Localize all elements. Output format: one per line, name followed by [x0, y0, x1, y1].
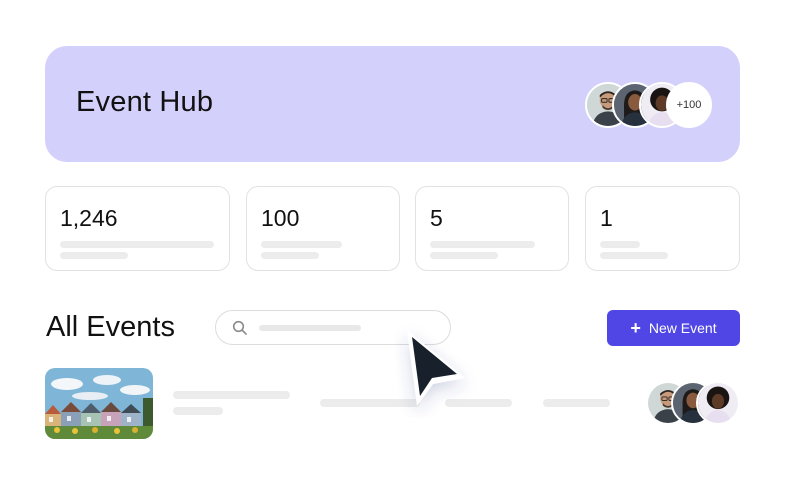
stat-value: 1 — [600, 205, 613, 231]
section-title: All Events — [46, 311, 175, 343]
new-event-button[interactable]: + New Event — [607, 310, 740, 346]
stat-value: 1,246 — [60, 205, 118, 231]
placeholder-line — [543, 399, 610, 407]
placeholder-line — [430, 241, 535, 248]
attendee-avatars[interactable]: +100 — [585, 82, 712, 128]
placeholder-line — [261, 241, 342, 248]
stat-value: 100 — [261, 205, 300, 231]
mouse-cursor-icon — [407, 330, 465, 406]
placeholder-line — [173, 407, 223, 415]
avatar-woman-curly-hair — [696, 381, 740, 425]
placeholder-line — [60, 241, 214, 248]
search-placeholder-line — [259, 325, 361, 331]
more-attendees-badge[interactable]: +100 — [666, 82, 712, 128]
search-icon — [232, 320, 247, 335]
event-hub-banner: Event Hub +100 — [45, 46, 740, 162]
plus-icon: + — [630, 318, 641, 338]
placeholder-line — [600, 252, 668, 259]
event-row[interactable] — [45, 368, 740, 439]
placeholder-line — [173, 391, 290, 399]
placeholder-line — [60, 252, 128, 259]
stat-card[interactable]: 1,246 — [45, 186, 230, 271]
event-attendee-avatars[interactable] — [646, 381, 740, 425]
stat-value: 5 — [430, 205, 443, 231]
placeholder-line — [261, 252, 319, 259]
page-title: Event Hub — [76, 86, 214, 118]
stat-card[interactable]: 1 — [585, 186, 740, 271]
stat-card[interactable]: 5 — [415, 186, 569, 271]
event-thumbnail — [45, 368, 153, 439]
placeholder-line — [600, 241, 640, 248]
new-event-label: New Event — [648, 320, 717, 336]
stat-card[interactable]: 100 — [246, 186, 400, 271]
placeholder-line — [430, 252, 498, 259]
